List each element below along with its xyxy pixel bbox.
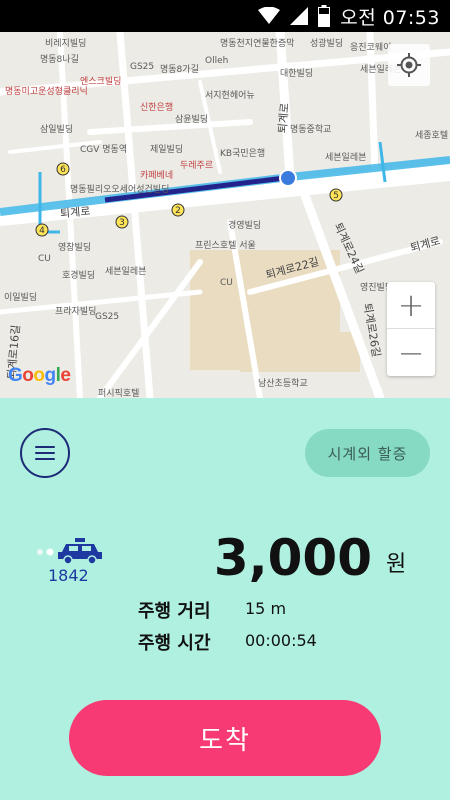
zoom-out-button[interactable]: − <box>387 329 435 376</box>
map-label: 세종호텔 <box>415 131 449 141</box>
map-label: 명동필리오오세어성건빌딩 <box>70 185 170 195</box>
menu-button[interactable] <box>20 428 70 478</box>
map-label: 카페베네 <box>140 171 174 181</box>
out-of-city-surcharge-button[interactable]: 시계외 할증 <box>305 429 430 477</box>
map-label: 대한빌딩 <box>280 69 314 79</box>
hamburger-icon <box>35 445 55 461</box>
map-label: 세븐일레븐 <box>325 153 367 163</box>
status-time: 오전 07:53 <box>340 6 440 29</box>
meter-panel: 시계외 할증 1842 3,000 원 주행 거리 15 m 주행 시간 00:… <box>0 398 450 800</box>
map-label: 프린스호텔 서울 <box>195 241 256 251</box>
map-label: 퇴계로 <box>275 102 292 134</box>
map-label: 신한은행 <box>140 103 174 113</box>
map-label: 세븐일레븐 <box>105 267 147 277</box>
map-label: 엔스크빌딩 <box>80 77 122 87</box>
map-label: CU <box>38 254 51 264</box>
map-label: 응진코웨이 <box>350 43 392 53</box>
time-label: 주행 시간 <box>138 633 211 654</box>
map-label: GS25 <box>95 312 120 322</box>
fare-amount: 3,000 <box>213 529 372 587</box>
taxi-number: 1842 <box>48 566 89 585</box>
zoom-control: + − <box>387 282 435 376</box>
google-logo: Google <box>8 365 71 386</box>
map-label: 이일빌딩 <box>4 293 38 303</box>
map-label: 제일빌딩 <box>150 145 184 155</box>
zoom-in-button[interactable]: + <box>387 282 435 329</box>
map-label: 명동8나길 <box>40 55 79 65</box>
map-label: 경영빌딩 <box>228 221 262 231</box>
map-label: 영창빌딩 <box>58 243 92 253</box>
map-label: 명동8가길 <box>160 65 199 75</box>
map-label: CU <box>220 278 233 288</box>
map-label: 프라자빌딩 <box>55 307 97 317</box>
map-label: CGV 명동역 <box>80 145 128 155</box>
map-label: GS25 <box>130 62 155 72</box>
moving-dots-icon <box>37 548 54 556</box>
map-label: KB국민은행 <box>220 149 266 159</box>
svg-text:4: 4 <box>39 226 45 236</box>
svg-text:3: 3 <box>119 218 125 228</box>
map-label: 비레지빌딩 <box>45 39 87 49</box>
status-icons: 오전 07:53 <box>258 4 440 29</box>
distance-value: 15 m <box>245 599 287 618</box>
map-label: 명동중학교 <box>290 125 332 135</box>
svg-text:5: 5 <box>333 191 339 201</box>
map-label: 명동천지연물한증막 <box>220 39 295 49</box>
map-label: 남산초등학교 <box>258 379 308 389</box>
map-label: 명동미고운성형클리닉 <box>5 87 88 97</box>
map-label: 서지현헤어뉴 <box>205 91 255 101</box>
map-label: Olleh <box>205 56 229 66</box>
map-label: 퇴계로 <box>59 204 91 221</box>
wifi-icon <box>258 7 281 24</box>
arrive-button[interactable]: 도착 <box>69 700 381 776</box>
map-label: 삼일빌딩 <box>40 125 74 135</box>
cell-signal-icon <box>290 7 309 25</box>
map-label: 성광빌딩 <box>310 39 344 49</box>
taxi-icon <box>58 538 102 564</box>
status-bar: 오전 07:53 <box>0 0 450 32</box>
map-label: 삼윤빌딩 <box>175 115 209 125</box>
svg-text:2: 2 <box>175 206 181 216</box>
svg-text:6: 6 <box>60 165 66 175</box>
battery-icon <box>318 5 331 27</box>
time-value: 00:00:54 <box>245 631 317 650</box>
map-view[interactable]: 6 2 3 4 5 비레지빌딩 명동8나길 GS25 명동8가길 Olleh 명… <box>0 32 450 398</box>
map-label: 퍼시픽호텔 <box>98 389 140 398</box>
map-label: 두레주르 <box>180 161 214 171</box>
taxi-indicator: 1842 <box>36 532 106 592</box>
fare-unit: 원 <box>386 552 407 577</box>
map-label: 호경빌딩 <box>62 271 96 281</box>
crosshair-icon <box>397 53 421 77</box>
distance-label: 주행 거리 <box>138 601 211 622</box>
my-location-button[interactable] <box>388 44 430 86</box>
